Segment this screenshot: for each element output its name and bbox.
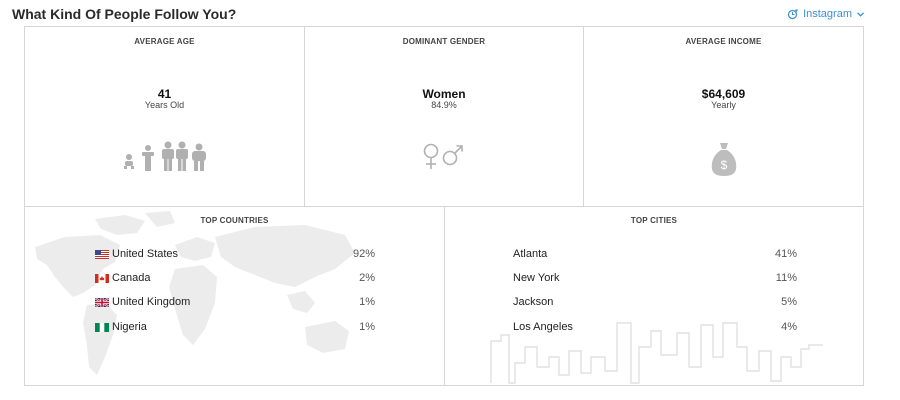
top-cities-title: TOP CITIES (630, 216, 678, 225)
gender-percent: 84.9% (431, 100, 457, 110)
list-item: Nigeria (95, 320, 147, 334)
age-value: 41 (157, 87, 172, 101)
list-item: United States (95, 247, 178, 261)
audience-panel: AVERAGE AGE 41 Years Old DOMINANT GENDER… (24, 26, 864, 386)
people-age-icon (122, 141, 208, 178)
age-unit: Years Old (144, 100, 185, 110)
city-name: Los Angeles (513, 321, 573, 333)
city-percent: 5% (781, 296, 797, 308)
list-item: Canada (95, 271, 151, 285)
country-percent: 1% (359, 321, 375, 333)
top-countries-title: TOP COUNTRIES (200, 216, 269, 225)
gender-value: Women (422, 87, 466, 101)
nigeria-flag-icon (95, 322, 109, 332)
list-item: Los Angeles (513, 320, 573, 334)
city-name: New York (513, 272, 560, 284)
stats-row: AVERAGE AGE 41 Years Old DOMINANT GENDER… (25, 27, 863, 207)
countries-list: United States 92% Canada 2% United Kingd… (95, 247, 375, 337)
list-item: United Kingdom (95, 295, 190, 309)
city-percent: 41% (774, 248, 797, 260)
average-income-card: AVERAGE INCOME $64,609 Yearly $ (584, 27, 863, 207)
country-percent: 92% (352, 248, 375, 260)
chevron-down-icon (857, 11, 864, 17)
card-title: DOMINANT GENDER (402, 37, 486, 46)
dominant-gender-card: DOMINANT GENDER Women 84.9% (305, 27, 584, 207)
cities-list: Atlanta 41% New York 11% Jackson 5% Los … (513, 247, 803, 337)
city-name: Jackson (513, 296, 554, 308)
average-age-card: AVERAGE AGE 41 Years Old (25, 27, 305, 207)
country-name: United States (112, 248, 179, 260)
canada-flag-icon (95, 273, 109, 283)
list-item: Atlanta (513, 247, 547, 261)
country-name: Nigeria (112, 321, 147, 333)
income-period: Yearly (711, 100, 736, 110)
top-countries-section: TOP COUNTRIES United States 92% Canada 2… (25, 207, 445, 385)
card-title: AVERAGE INCOME (685, 37, 762, 46)
country-percent: 2% (359, 272, 375, 284)
network-dropdown[interactable]: Instagram (787, 8, 864, 20)
income-value: $64,609 (701, 87, 746, 101)
list-item: Jackson (513, 295, 553, 309)
locations-row: TOP COUNTRIES United States 92% Canada 2… (25, 207, 863, 385)
card-title: AVERAGE AGE (134, 37, 195, 46)
city-name: Atlanta (513, 248, 548, 260)
page-title: What Kind Of People Follow You? (12, 6, 237, 22)
us-flag-icon (95, 249, 109, 259)
header: What Kind Of People Follow You? Instagra… (12, 4, 864, 26)
country-name: United Kingdom (112, 296, 191, 308)
country-percent: 1% (359, 296, 375, 308)
money-bag-icon: $ (709, 141, 739, 182)
uk-flag-icon (95, 297, 109, 307)
city-percent: 4% (781, 321, 797, 333)
network-label: Instagram (803, 8, 852, 20)
top-cities-section: TOP CITIES Atlanta 41% New York 11% Jack… (445, 207, 863, 385)
svg-text:$: $ (720, 158, 727, 172)
gender-symbols-icon (420, 141, 468, 178)
city-percent: 11% (775, 272, 797, 284)
instagram-icon (787, 8, 798, 20)
country-name: Canada (112, 272, 151, 284)
list-item: New York (513, 271, 559, 285)
